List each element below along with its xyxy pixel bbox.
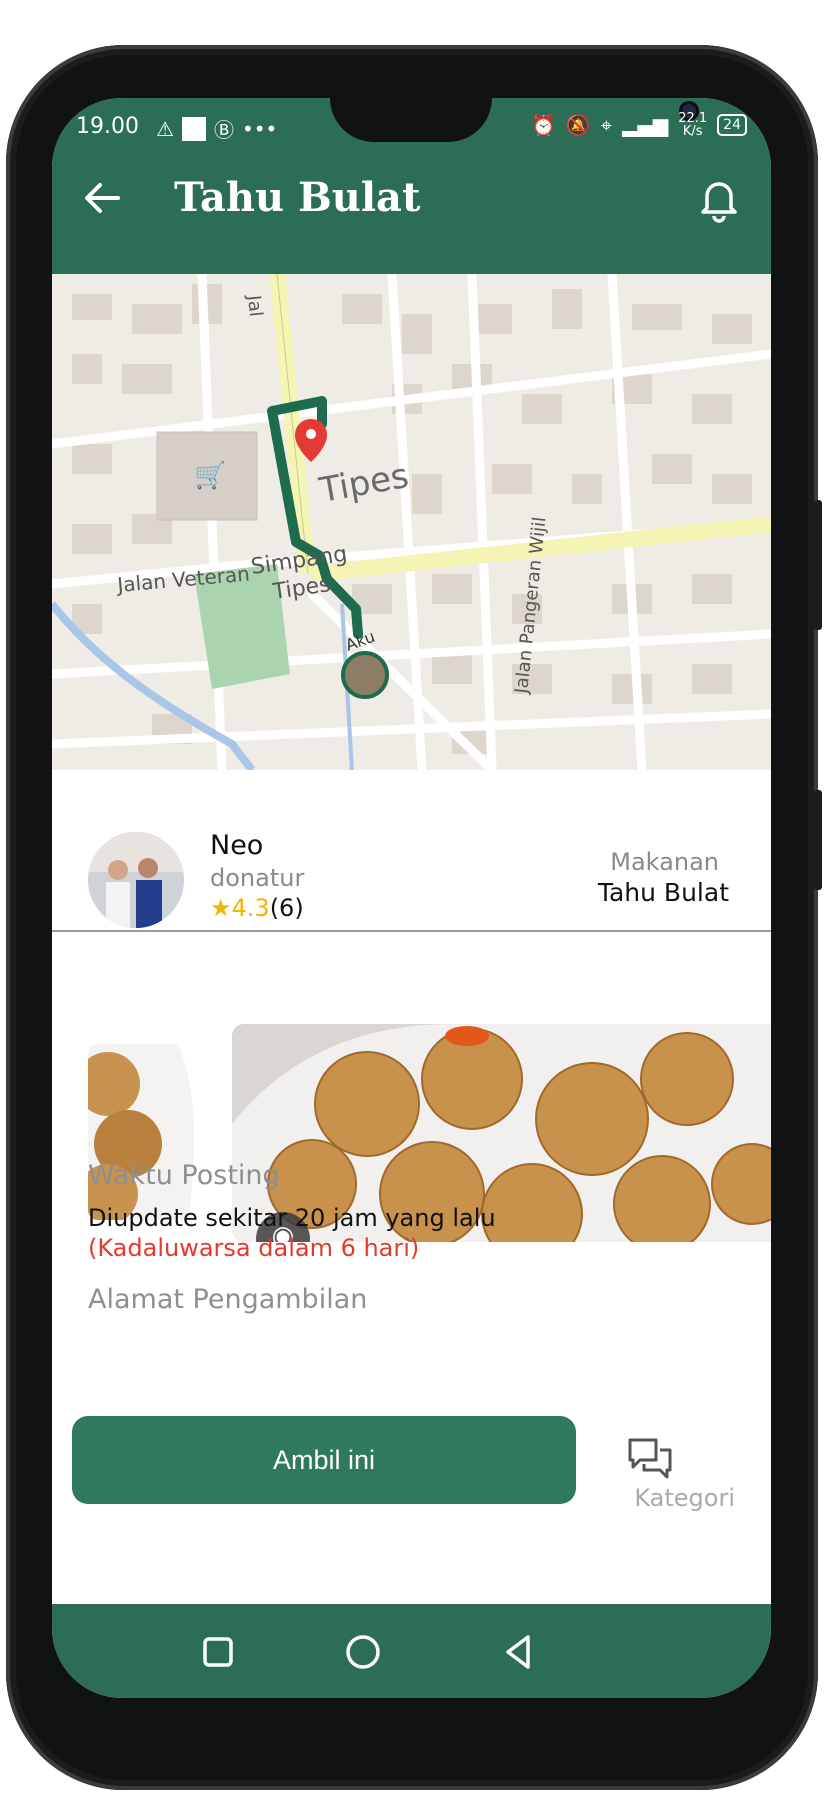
camera-notch [330, 98, 699, 142]
circle-icon [346, 1635, 380, 1669]
battery-icon: 24 [717, 114, 747, 136]
signal-4g-icon: ▂▄▆ [622, 113, 669, 137]
expiry-warning: (Kadaluwarsa dalam 6 hari) [88, 1234, 420, 1262]
rating-score: 4.3 [231, 894, 270, 922]
status-left-icons: ⚠ Ⓑ ••• [156, 114, 277, 143]
route-map[interactable]: 🛒 Tipes Jalan Veteran Simpang Tipes Jala… [52, 274, 771, 770]
take-food-button[interactable]: Ambil ini [72, 1416, 576, 1504]
warning-icon: ⚠ [156, 116, 174, 141]
status-right-icons: ⏰ 🔕 ⌖ ▂▄▆ 22.1 K/s 24 [531, 112, 747, 138]
notification-button[interactable] [693, 172, 745, 224]
page-title: Tahu Bulat [174, 174, 421, 221]
recent-apps-button[interactable] [192, 1626, 244, 1678]
status-time: 19.00 [76, 114, 139, 139]
star-icon: ★ [210, 894, 232, 922]
app-screen: 19.00 ⚠ Ⓑ ••• ⏰ 🔕 ⌖ ▂▄▆ 22.1 K/s 24 Tahu… [52, 98, 771, 1698]
network-speed-unit: K/s [682, 124, 703, 139]
alarm-icon: ⏰ [530, 113, 556, 137]
app-header: 19.00 ⚠ Ⓑ ••• ⏰ 🔕 ⌖ ▂▄▆ 22.1 K/s 24 Tahu… [52, 98, 771, 274]
shopping-cart-icon: 🛒 [194, 460, 226, 491]
food-photo-thumbnail[interactable] [88, 1044, 204, 1220]
avatar[interactable] [88, 832, 184, 928]
location-icon: ⌖ [600, 113, 613, 137]
b-circle-icon: Ⓑ [213, 118, 234, 142]
kategori-label-behind: Kategori [634, 1484, 735, 1512]
volume-button [814, 500, 822, 630]
back-nav-button[interactable] [492, 1626, 544, 1678]
back-button[interactable] [78, 174, 126, 222]
bell-icon [701, 182, 737, 223]
chat-button[interactable] [622, 1432, 678, 1488]
donor-role: donatur [210, 864, 305, 892]
square-icon [203, 1637, 233, 1667]
more-dots-icon: ••• [241, 116, 278, 141]
donor-name: Neo [210, 830, 264, 861]
food-category-value: Tahu Bulat [597, 878, 729, 907]
network-speed: 22.1 K/s [678, 112, 707, 138]
posting-time-value: Diupdate sekitar 20 jam yang lalu [88, 1204, 496, 1232]
notification-square-icon [181, 116, 206, 141]
food-category-label: Makanan [610, 848, 719, 876]
map-label-jal: Jal [243, 293, 266, 317]
review-count: (6) [269, 894, 304, 922]
map-canvas: 🛒 Tipes Jalan Veteran Simpang Tipes Jala… [52, 274, 771, 770]
arrow-left-icon [85, 183, 120, 213]
power-button [814, 790, 822, 890]
donor-info[interactable]: Neo donatur ★4.3(6) Makanan Tahu Bulat [52, 770, 771, 932]
user-location-marker [341, 651, 389, 699]
system-nav-bar [52, 1604, 771, 1698]
triangle-back-icon [506, 1635, 530, 1669]
posting-time-label: Waktu Posting [88, 1160, 280, 1191]
chat-icon [628, 1438, 672, 1479]
pickup-address-label: Alamat Pengambilan [88, 1284, 368, 1315]
home-button[interactable] [337, 1626, 389, 1678]
donor-rating: ★4.3(6) [210, 894, 304, 922]
mute-bell-icon: 🔕 [565, 113, 591, 137]
